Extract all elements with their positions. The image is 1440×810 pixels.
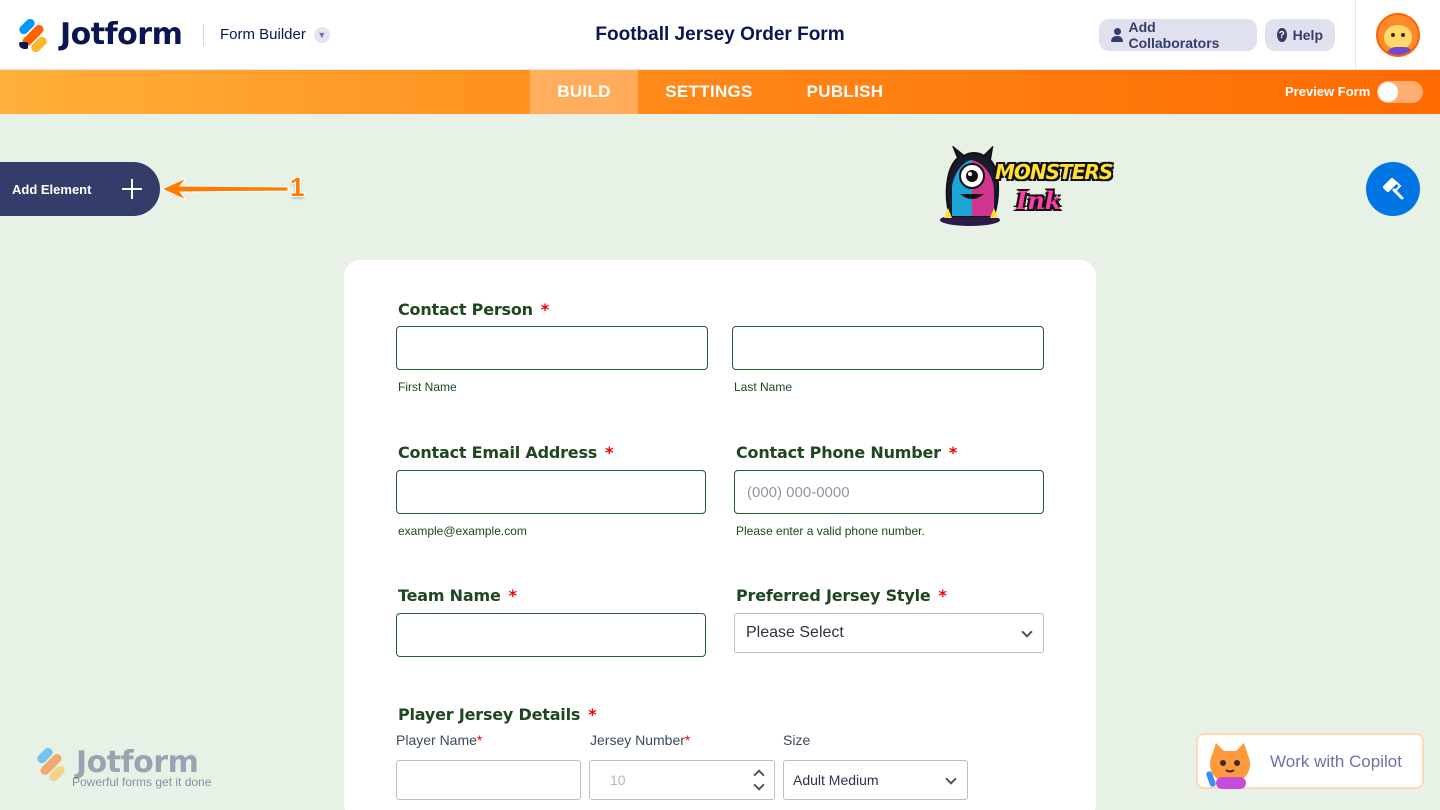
spinner-arrows-icon[interactable] [754,769,764,793]
required-marker: * [540,300,550,319]
preview-form-toggle[interactable] [1377,81,1423,103]
add-element-button[interactable]: Add Element [0,162,160,216]
avatar-face-icon [1384,25,1412,49]
annotation-arrow [160,177,289,201]
jotform-logo-icon [17,16,50,55]
chevron-down-icon [1021,626,1033,638]
size-select[interactable]: Adult Medium [783,760,968,800]
column-label: Player Name [396,732,477,748]
jersey-style-text: Preferred Jersey Style [736,586,931,605]
form-designer-button[interactable] [1366,162,1420,216]
required-marker: * [605,443,614,462]
help-button[interactable]: ? Help [1265,19,1335,51]
first-name-sublabel: First Name [398,380,457,394]
phone-label-text: Contact Phone Number [736,443,941,462]
form-builder-menu[interactable]: Form Builder ▼ [220,26,330,43]
jersey-number-stepper[interactable]: 10 [589,760,775,800]
jersey-style-value: Please Select [746,624,844,641]
phone-sublabel: Please enter a valid phone number. [736,524,925,538]
required-marker: * [948,443,958,462]
chevron-down-icon [945,773,957,785]
column-size: Size [783,732,810,748]
team-name-label[interactable]: Team Name * [398,586,517,605]
top-header: Jotform Form Builder ▼ Football Jersey O… [0,0,1440,70]
column-player-name: Player Name* [396,732,482,748]
form-card: Contact Person * First Name Last Name Con… [344,260,1096,810]
toggle-knob [1378,82,1398,102]
copilot-label: Work with Copilot [1270,752,1402,771]
email-label-text: Contact Email Address [398,443,598,462]
plus-icon [122,179,142,199]
add-collaborators-button[interactable]: Add Collaborators [1099,19,1257,51]
preview-form-label: Preview Form [1285,84,1371,99]
email-field[interactable] [396,470,706,514]
required-marker: * [938,586,947,605]
user-icon [1111,28,1124,42]
header-divider [203,24,204,46]
avatar-body [1386,47,1414,55]
form-title[interactable]: Football Jersey Order Form [520,24,920,46]
jersey-number-placeholder: 10 [610,772,626,788]
player-details-text: Player Jersey Details [398,705,581,724]
column-label: Size [783,732,811,748]
team-name-input[interactable] [396,613,706,657]
jersey-style-select[interactable]: Please Select [734,613,1044,653]
player-details-label[interactable]: Player Jersey Details * [398,705,597,724]
form-builder-label: Form Builder [220,26,306,43]
help-label: Help [1292,27,1323,43]
tab-settings[interactable]: SETTINGS [648,70,770,114]
contact-person-text: Contact Person [398,300,533,319]
last-name-input[interactable] [732,326,1044,370]
question-icon: ? [1277,28,1287,42]
required-marker: * [476,732,483,748]
contact-person-label[interactable]: Contact Person * [398,300,549,319]
last-name-sublabel: Last Name [734,380,793,394]
paint-roller-icon [1383,178,1404,200]
logo-text: Jotform [60,16,183,52]
monster-icon [940,146,1000,226]
email-sublabel: example@example.com [398,524,527,538]
required-marker: * [684,732,691,748]
size-value: Adult Medium [793,772,879,788]
column-jersey-number: Jersey Number* [590,732,690,748]
phone-field[interactable]: (000) 000-0000 [734,470,1044,514]
phone-label[interactable]: Contact Phone Number * [736,443,957,462]
avatar[interactable] [1376,13,1420,57]
tab-build[interactable]: BUILD [530,70,638,114]
add-collaborators-label: Add Collaborators [1128,19,1220,51]
chevron-down-icon: ▼ [313,26,330,43]
annotation-number: 1 [290,172,305,202]
required-marker: * [588,705,597,724]
first-name-input[interactable] [396,326,708,370]
phone-placeholder: (000) 000-0000 [747,483,850,501]
watermark-tagline: Powerful forms get it done [72,775,212,789]
builder-navbar: BUILD SETTINGS PUBLISH [0,70,1440,114]
team-name-text: Team Name [398,586,501,605]
email-label[interactable]: Contact Email Address * [398,443,613,462]
column-label: Jersey Number [590,732,685,748]
tab-publish[interactable]: PUBLISH [790,70,900,114]
add-element-label: Add Element [12,181,92,197]
player-name-input[interactable] [396,760,581,800]
jotform-watermark-icon [35,745,68,784]
brand-line-1: MONSTERS [995,160,1113,184]
copilot-mascot-icon [1206,743,1250,789]
monsters-ink-logo: MONSTERS Ink [938,146,1113,228]
jotform-logo[interactable]: Jotform [17,16,183,55]
required-marker: * [508,586,517,605]
brand-line-2: Ink [1016,186,1062,215]
header-separator [1355,0,1356,70]
jersey-style-label[interactable]: Preferred Jersey Style * [736,586,947,605]
copilot-button[interactable]: Work with Copilot [1196,733,1424,789]
